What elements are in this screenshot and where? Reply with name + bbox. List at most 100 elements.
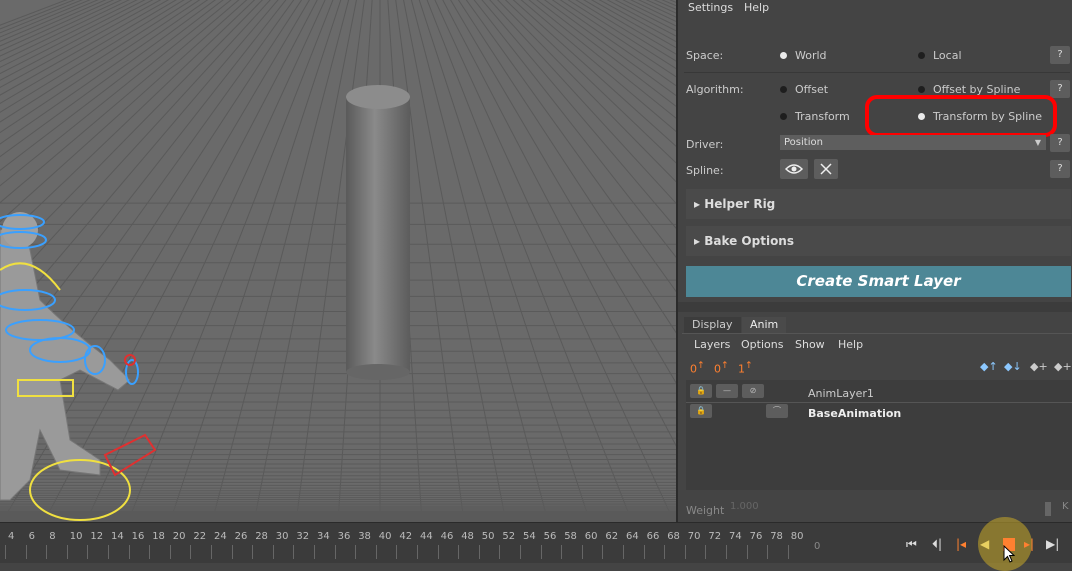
cylinder-object[interactable] — [346, 85, 410, 380]
go-to-end-icon[interactable]: ▶| — [1046, 537, 1059, 551]
radio-offset[interactable]: Offset — [780, 83, 828, 96]
timeline-tick — [499, 545, 501, 559]
timeline-tick-label: 54 — [523, 531, 536, 542]
timeline-tick — [623, 545, 624, 559]
lock-icon[interactable]: 🔒 — [690, 384, 712, 398]
timeline-tick — [108, 545, 109, 559]
menu-layer-help[interactable]: Help — [838, 338, 863, 351]
move-layer-up-icon[interactable]: ◆↑ — [980, 360, 998, 373]
radio-local-label: Local — [933, 49, 962, 62]
menu-help[interactable]: Help — [744, 1, 769, 14]
timeline-tick-label: 44 — [420, 531, 433, 542]
highlight-annotation — [865, 95, 1057, 137]
timeline-tick — [417, 545, 418, 559]
timeline-tick-label: 8 — [49, 531, 56, 542]
helper-rig-section[interactable]: ▸ Helper Rig — [686, 189, 1071, 219]
layer-row[interactable]: 🔒 — ⊘ AnimLayer1 — [686, 384, 1072, 402]
timeline-tick — [190, 545, 192, 559]
zero-weight-key-icon[interactable]: 0↑ — [714, 360, 729, 376]
divider — [684, 72, 1070, 73]
timeline-ruler[interactable]: 4 6 8 10 12 14 16 18 20 22 24 26 28 30 32 34 36 38 40 42 44 4… — [0, 531, 804, 561]
divider — [686, 402, 1072, 403]
timeline-tick — [169, 545, 171, 559]
algorithm-help-button[interactable]: ? — [1050, 80, 1070, 98]
timeline-tick-label: 26 — [234, 531, 248, 542]
eye-icon[interactable] — [780, 159, 808, 179]
full-weight-key-icon[interactable]: 1↑ — [738, 360, 753, 376]
layer-name[interactable]: BaseAnimation — [808, 407, 901, 420]
timeline-tick — [149, 545, 151, 559]
menu-layers[interactable]: Layers — [694, 338, 730, 351]
go-to-start-icon[interactable]: ⏮ — [906, 537, 917, 552]
step-back-key-icon[interactable]: ⏴| — [932, 537, 942, 552]
driver-help-button[interactable]: ? — [1050, 134, 1070, 152]
lock-icon[interactable]: 🔒 — [690, 404, 712, 418]
time-slider[interactable]: 4 6 8 10 12 14 16 18 20 22 24 26 28 30 32 34 36 38 40 42 44 4… — [0, 517, 1072, 571]
close-icon[interactable] — [814, 159, 838, 179]
menu-settings[interactable]: Settings — [688, 1, 733, 14]
zero-key-icon[interactable]: 0↑ — [690, 360, 705, 376]
timeline-tick — [375, 545, 377, 559]
bake-options-section[interactable]: ▸ Bake Options — [686, 226, 1071, 256]
timeline-tick-label: 10 — [69, 531, 83, 542]
driver-dropdown[interactable]: Position — [780, 135, 1046, 150]
timeline-tick-label: 34 — [317, 531, 330, 542]
smart-layer-panel: Settings Help Space: World Local ? Algor… — [676, 0, 1072, 523]
weight-value[interactable]: 1.000 — [730, 501, 759, 512]
create-smart-layer-button[interactable]: Create Smart Layer — [686, 266, 1071, 297]
mouse-cursor-icon — [1003, 545, 1015, 563]
timeline-tick — [664, 545, 666, 559]
radio-dot-icon — [780, 52, 787, 59]
timeline-tick — [252, 545, 254, 559]
viewport-3d[interactable] — [0, 0, 676, 522]
space-help-button[interactable]: ? — [1050, 46, 1070, 64]
timeline-tick — [478, 545, 480, 559]
step-back-frame-icon[interactable]: |◂ — [956, 537, 966, 551]
ghost-icon[interactable]: ⌒ — [766, 404, 788, 418]
timeline-tick — [334, 545, 336, 559]
move-layer-down-icon[interactable]: ◆↓ — [1004, 360, 1022, 373]
bake-options-label: Bake Options — [704, 234, 794, 248]
add-selected-layer-icon[interactable]: ◆+ — [1054, 360, 1072, 373]
timeline-tick-label: 74 — [729, 531, 742, 542]
chevron-down-icon[interactable]: ▼ — [1030, 135, 1046, 150]
radio-world-label: World — [795, 49, 827, 62]
timeline-tick-label: 42 — [399, 531, 413, 542]
timeline-tick-label: 58 — [564, 531, 577, 542]
timeline-tick-label: 72 — [708, 531, 722, 542]
timeline-tick-label: 50 — [481, 531, 495, 542]
solo-icon[interactable]: ⊘ — [742, 384, 764, 398]
layer-row[interactable]: 🔒 ⌒ BaseAnimation — [686, 404, 1072, 422]
timeline-tick-label: 64 — [626, 531, 639, 542]
timeline-tick-label: 6 — [28, 531, 35, 542]
splitter[interactable] — [678, 302, 1072, 312]
timeline-tick-label: 32 — [296, 531, 310, 542]
menu-options[interactable]: Options — [741, 338, 783, 351]
radio-dot-icon — [918, 86, 925, 93]
radio-local[interactable]: Local — [918, 49, 962, 62]
timeline-tick-label: 30 — [275, 531, 289, 542]
timeline-tick-label: 70 — [687, 531, 701, 542]
play-backward-icon[interactable]: ◀ — [980, 537, 989, 551]
current-frame[interactable]: 0 — [814, 541, 820, 552]
menu-show[interactable]: Show — [795, 338, 825, 351]
spline-help-button[interactable]: ? — [1050, 160, 1070, 178]
key-weight-button[interactable]: K — [1062, 501, 1069, 512]
step-forward-frame-icon[interactable]: ▸| — [1024, 537, 1034, 551]
add-layer-icon[interactable]: ◆+ — [1030, 360, 1048, 373]
timeline-tick-label: 4 — [8, 531, 15, 542]
tab-display[interactable]: Display — [684, 317, 741, 333]
mute-icon[interactable]: — — [716, 384, 738, 398]
timeline-tick — [726, 545, 727, 559]
timeline-tick-label: 28 — [255, 531, 268, 542]
timeline-tick-label: 24 — [214, 531, 227, 542]
driver-label: Driver: — [686, 138, 724, 151]
layer-name[interactable]: AnimLayer1 — [808, 387, 874, 400]
tab-anim[interactable]: Anim — [742, 317, 787, 333]
timeline-tick-label: 18 — [152, 531, 165, 542]
weight-slider-handle[interactable] — [1045, 502, 1051, 516]
timeline-tick — [561, 545, 563, 559]
radio-transform[interactable]: Transform — [780, 110, 850, 123]
timeline-tick — [684, 545, 686, 559]
radio-world[interactable]: World — [780, 49, 827, 62]
